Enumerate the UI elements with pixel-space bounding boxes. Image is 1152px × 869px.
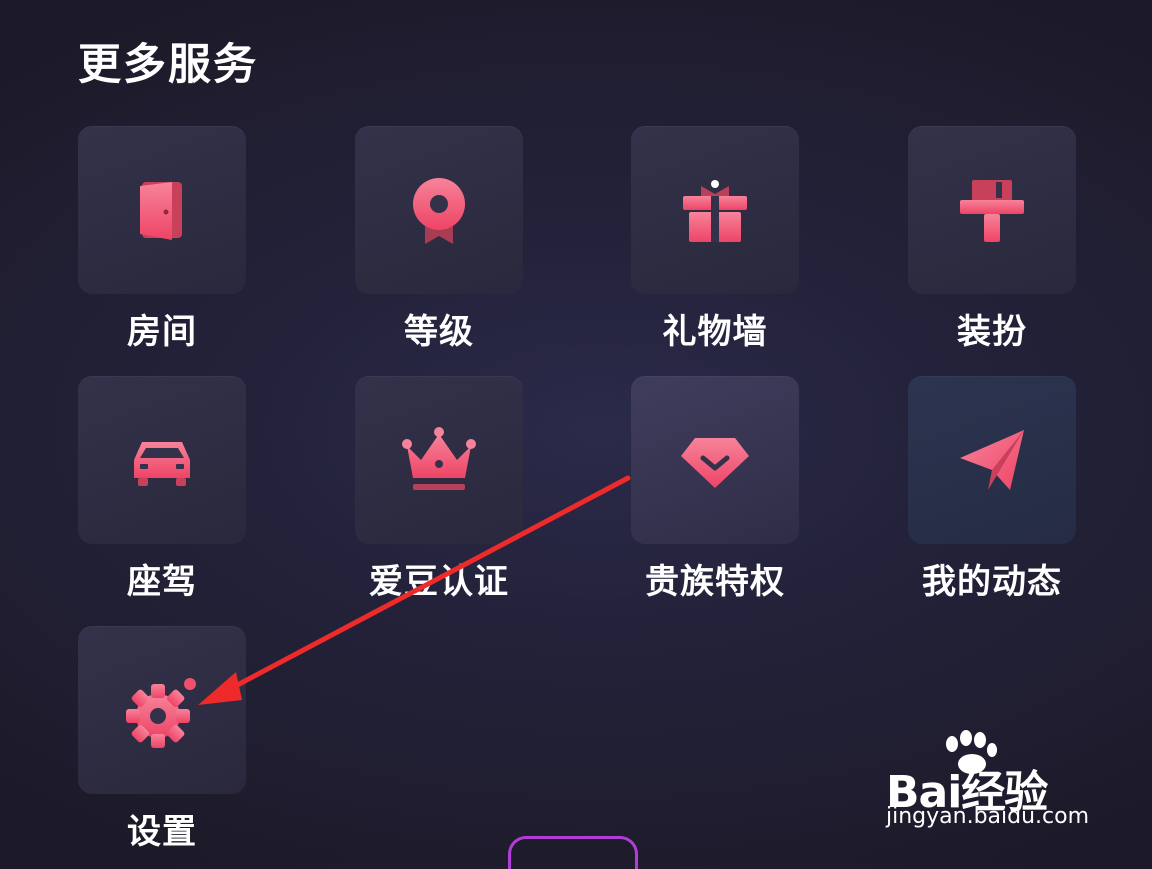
gift-icon [683, 180, 747, 242]
paper-plane-icon [960, 430, 1024, 490]
service-tile-box [355, 376, 523, 544]
diamond-icon [681, 438, 749, 488]
service-room[interactable]: 房间 [34, 126, 270, 366]
service-tile-box [631, 126, 799, 294]
service-label: 房间 [127, 312, 197, 352]
service-gift-wall[interactable]: 礼物墙 [587, 126, 823, 366]
service-label: 等级 [404, 312, 474, 352]
bottom-handle [508, 836, 638, 869]
watermark: Bai经验 jingyan.baidu.com [880, 730, 1100, 830]
service-label: 爱豆认证 [369, 562, 509, 602]
service-label: 装扮 [957, 312, 1027, 352]
medal-icon [413, 178, 465, 244]
service-car[interactable]: 座驾 [34, 376, 270, 616]
service-level[interactable]: 等级 [311, 126, 547, 366]
door-icon [140, 182, 182, 240]
notification-dot [184, 678, 196, 690]
crown-icon [402, 427, 476, 490]
service-tile-box [908, 126, 1076, 294]
service-tile-box [355, 126, 523, 294]
service-tile-box [631, 376, 799, 544]
watermark-url: jingyan.baidu.com [886, 804, 1090, 829]
service-dress-up[interactable]: 装扮 [864, 126, 1100, 366]
service-tile-box [78, 376, 246, 544]
service-my-feed[interactable]: 我的动态 [864, 376, 1100, 616]
service-label: 座驾 [127, 562, 197, 602]
service-label: 贵族特权 [645, 562, 785, 602]
service-tile-box [78, 126, 246, 294]
service-label: 设置 [127, 812, 197, 852]
paint-roller-icon [960, 180, 1024, 242]
gear-icon [126, 678, 196, 748]
service-label: 礼物墙 [662, 312, 768, 352]
page-title: 更多服务 [78, 40, 258, 90]
car-icon [134, 442, 190, 486]
service-idol-verify[interactable]: 爱豆认证 [311, 376, 547, 616]
service-settings[interactable]: 设置 [34, 626, 270, 866]
service-tile-box [78, 626, 246, 794]
service-noble-privilege[interactable]: 贵族特权 [587, 376, 823, 616]
service-label: 我的动态 [922, 562, 1062, 602]
service-tile-box [908, 376, 1076, 544]
